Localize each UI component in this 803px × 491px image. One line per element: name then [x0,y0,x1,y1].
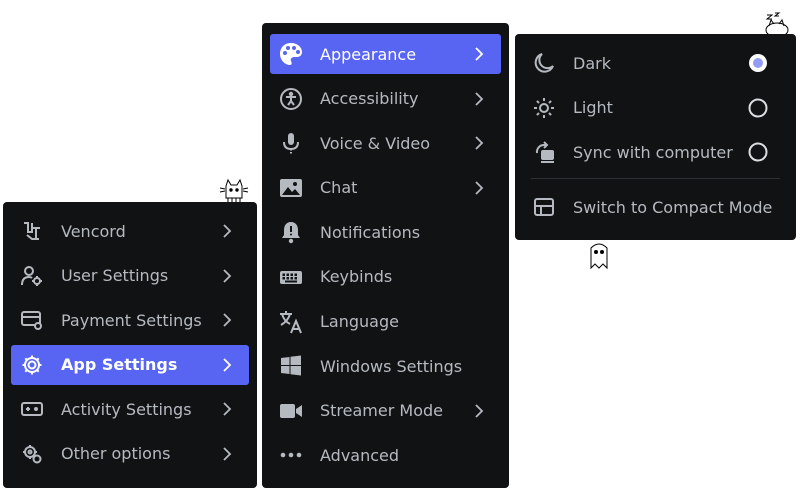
menu-item-voice-video[interactable]: Voice & Video [270,123,501,163]
theme-option-light[interactable]: Light [523,88,788,128]
chevron-right-icon [475,47,484,61]
menu-item-label: Chat [320,178,358,198]
card-gear-icon [19,307,45,333]
radio-unselected-icon[interactable] [748,142,768,162]
menu-item-label: Keybinds [320,267,393,287]
appearance-submenu: Dark Light Sync with computer Switch to … [515,34,796,240]
menu-item-label: Notifications [320,222,421,242]
menu-item-payment-settings[interactable]: Payment Settings [11,300,249,340]
menu-item-label: Vencord [61,221,126,241]
menu-item-notifications[interactable]: Notifications [270,212,501,252]
palette-icon [278,41,304,67]
gear-icon [19,352,45,378]
menu-item-label: User Settings [61,266,169,286]
menu-item-vencord[interactable]: Vencord [11,211,249,251]
menu-item-appearance[interactable]: Appearance [270,34,501,74]
menu-item-label: Advanced [320,445,400,465]
menu-item-language[interactable]: Language [270,302,501,342]
windows-icon [278,353,304,379]
menu-item-label: Payment Settings [61,310,202,330]
menu-item-advanced[interactable]: Advanced [270,435,501,475]
image-icon [278,175,304,201]
chevron-right-icon [475,136,484,150]
moon-icon [531,50,557,76]
menu-item-label: Switch to Compact Mode [573,197,773,217]
sun-icon [531,95,557,121]
microphone-icon [278,130,304,156]
app-settings-submenu: Appearance Accessibility Voice & Video C… [262,23,509,488]
sync-icon [531,139,557,165]
ghost-doodle-icon [590,243,608,270]
menu-item-other-options[interactable]: Other options [11,434,249,474]
chevron-right-icon [475,404,484,418]
user-gear-icon [19,263,45,289]
chevron-right-icon [223,447,232,461]
chevron-right-icon [223,358,232,372]
menu-item-label: Accessibility [320,89,419,109]
menu-item-label: Appearance [320,44,417,64]
menu-item-activity-settings[interactable]: Activity Settings [11,389,249,429]
layout-icon [531,194,557,220]
translate-icon [278,309,304,335]
menu-item-app-settings[interactable]: App Settings [11,344,249,385]
more-dots-icon [278,442,304,468]
theme-option-label: Light [573,98,613,118]
menu-separator [531,178,780,180]
menu-item-label: App Settings [61,355,178,375]
main-context-menu: Vencord User Settings Payment Settings A… [3,202,257,488]
menu-item-keybinds[interactable]: Keybinds [270,257,501,297]
radio-selected-icon[interactable] [748,53,768,73]
chevron-right-icon [223,402,232,417]
menu-item-streamer-mode[interactable]: Streamer Mode [270,391,501,431]
chevron-right-icon [223,313,232,327]
chevron-right-icon [223,268,232,283]
vencord-icon [19,218,45,244]
menu-item-label: Activity Settings [61,399,192,419]
theme-option-sync[interactable]: Sync with computer [523,132,788,172]
accessibility-icon [278,86,304,112]
menu-item-chat[interactable]: Chat [270,168,501,208]
menu-item-label: Streamer Mode [320,401,443,421]
gamepad-icon [19,396,45,422]
chevron-right-icon [475,181,484,195]
chevron-right-icon [475,91,484,106]
theme-option-label: Sync with computer [573,142,733,162]
gears-icon [19,441,45,467]
theme-option-dark[interactable]: Dark [523,43,788,83]
radio-unselected-icon[interactable] [748,98,768,118]
menu-item-label: Other options [61,444,171,464]
keyboard-icon [278,264,304,290]
camera-icon [278,398,304,424]
menu-item-compact-mode[interactable]: Switch to Compact Mode [523,187,788,227]
menu-item-accessibility[interactable]: Accessibility [270,79,501,119]
menu-item-label: Voice & Video [320,133,431,153]
menu-item-label: Language [320,312,399,332]
theme-option-label: Dark [573,53,611,73]
bell-icon [278,219,304,245]
menu-item-windows-settings[interactable]: Windows Settings [270,346,501,386]
menu-item-user-settings[interactable]: User Settings [11,256,249,296]
menu-item-label: Windows Settings [320,356,463,376]
chevron-right-icon [223,224,232,238]
